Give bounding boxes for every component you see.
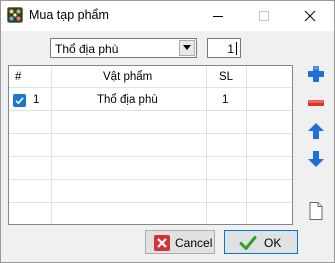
plus-icon [308, 66, 324, 82]
row-item: Thổ địa phù [97, 94, 158, 106]
dialog-window: Mua tạp phẩm Thổ địa phù 1 # Vật phẩm SL… [0, 0, 335, 263]
item-select-value: Thổ địa phù [55, 42, 119, 56]
add-row-button[interactable] [306, 64, 326, 84]
cancel-button[interactable]: Cancel [145, 230, 215, 254]
ok-label: OK [264, 236, 282, 250]
row-qty: 1 [222, 94, 229, 106]
maximize-icon [259, 11, 269, 21]
window-title: Mua tạp phẩm [29, 8, 109, 22]
quantity-field[interactable]: 1 [207, 38, 241, 58]
minus-icon [308, 100, 324, 106]
app-dice-icon [7, 7, 23, 23]
column-divider [206, 66, 207, 224]
column-header-index[interactable]: # [15, 71, 21, 83]
minimize-icon [213, 16, 223, 17]
row-index: 1 [33, 94, 40, 106]
quantity-value: 1 [227, 42, 234, 56]
column-header-qty[interactable]: SL [219, 71, 233, 83]
column-header-item[interactable]: Vật phẩm [103, 71, 152, 83]
row-divider [9, 87, 292, 88]
chevron-down-icon [183, 45, 191, 50]
text-caret [236, 42, 237, 55]
row-divider [9, 110, 292, 111]
arrow-down-icon [308, 151, 324, 167]
title-bar[interactable]: Mua tạp phẩm [1, 1, 334, 31]
items-table[interactable]: # Vật phẩm SL 1 Thổ địa phù 1 [8, 65, 293, 225]
column-divider [51, 66, 52, 224]
checkmark-icon [15, 97, 24, 105]
close-button[interactable] [287, 1, 333, 31]
item-select[interactable]: Thổ địa phù [50, 38, 197, 58]
maximize-button [241, 1, 287, 31]
minimize-button[interactable] [195, 1, 241, 31]
new-file-icon [309, 202, 323, 220]
dropdown-button[interactable] [179, 40, 195, 56]
row-divider [9, 156, 292, 157]
close-icon [304, 10, 316, 22]
cancel-label: Cancel [175, 236, 213, 250]
row-divider [9, 202, 292, 203]
move-down-button[interactable] [306, 149, 326, 169]
ok-button[interactable]: OK [224, 230, 298, 254]
cancel-icon [154, 235, 170, 251]
arrow-up-icon [308, 123, 324, 139]
row-divider [9, 179, 292, 180]
remove-row-button[interactable] [306, 93, 326, 113]
checkmark-icon [239, 236, 257, 250]
move-up-button[interactable] [306, 121, 326, 141]
row-divider [9, 133, 292, 134]
row-checkbox[interactable] [13, 94, 26, 107]
new-button[interactable] [306, 201, 326, 221]
column-divider [246, 66, 247, 224]
